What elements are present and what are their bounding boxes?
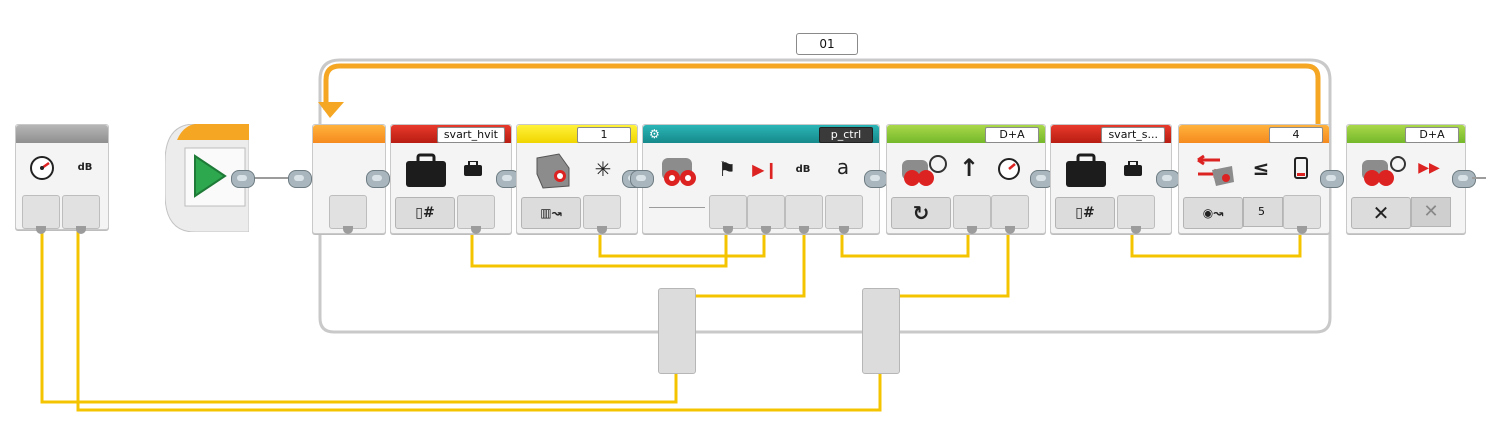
param-plug-db[interactable]	[785, 195, 823, 234]
compare-result-plug[interactable]	[1283, 195, 1321, 234]
play-stop-icon: ▶❙	[752, 159, 778, 179]
sound-output-plug-1[interactable]	[22, 195, 60, 234]
play-icon[interactable]	[191, 154, 227, 202]
param-db-label: dB	[795, 163, 811, 175]
myblock-header: ⚙ p_ctrl	[643, 125, 879, 143]
steering-motor-icon	[899, 151, 949, 191]
steering-plug[interactable]	[953, 195, 991, 234]
variable2-value-plug[interactable]	[1117, 195, 1155, 234]
variable-name[interactable]: svart_hvit	[436, 127, 505, 143]
variable-block-svart-hvit[interactable]: svart_hvit ▯#	[390, 124, 512, 234]
motor-stop-header: D+A	[1347, 125, 1465, 143]
db-unit-label: dB	[77, 161, 93, 173]
wire-connector-2[interactable]	[862, 288, 900, 374]
rotate-icon[interactable]: ↻	[891, 197, 951, 229]
motor-stop-ports[interactable]: D+A	[1405, 127, 1459, 143]
small-briefcase-icon	[461, 159, 485, 179]
phone-icon	[1287, 155, 1315, 181]
color-sensor-header: 1	[517, 125, 637, 143]
param-plug-flag[interactable]	[709, 195, 747, 234]
compare-operator: ≤	[1252, 156, 1270, 180]
compare-out-jack	[1320, 170, 1344, 188]
compare-value: 5	[1258, 205, 1265, 218]
compare-value-box[interactable]: 5	[1243, 197, 1283, 227]
loop-out-jack	[366, 170, 390, 188]
sound-sensor-block[interactable]: dB	[15, 124, 109, 234]
final-out-jack	[1452, 170, 1476, 188]
loop-plug[interactable]	[329, 195, 367, 234]
gear-icon: ⚙	[649, 127, 660, 141]
calibrate-icon[interactable]: ◉↝	[1183, 197, 1243, 229]
sound-output-plug-2[interactable]	[62, 195, 100, 234]
myblock-divider	[649, 207, 705, 208]
param-plug-stop[interactable]	[747, 195, 785, 234]
variable-value-plug[interactable]	[457, 195, 495, 234]
checkered-flag-icon: ⚑	[718, 157, 736, 181]
color-value-plug[interactable]	[583, 195, 621, 234]
compare-block[interactable]: 4 ≤ ◉↝ 5	[1178, 124, 1330, 234]
myblock-out-jack	[864, 170, 888, 188]
compare-icon	[1191, 151, 1237, 191]
motor-stop-icon	[1359, 151, 1409, 191]
start-block[interactable]	[164, 123, 255, 233]
loop-start-header	[313, 125, 385, 143]
loop-label[interactable]: 01	[796, 33, 858, 55]
color-sensor-block[interactable]: 1 ✳ ▥↝	[516, 124, 638, 234]
power-plug[interactable]	[991, 195, 1029, 234]
steering-ports[interactable]: D+A	[985, 127, 1039, 143]
variable-block-svart-s[interactable]: svart_s... ▯#	[1050, 124, 1172, 234]
speed-gauge-icon	[993, 155, 1025, 181]
compare-header: 4	[1179, 125, 1329, 143]
calibrate-icon[interactable]: ▥↝	[521, 197, 581, 229]
compare-port[interactable]: 4	[1269, 127, 1323, 143]
param-plug-a[interactable]	[825, 195, 863, 234]
myblock-name[interactable]: p_ctrl	[819, 127, 873, 143]
steering-header: D+A	[887, 125, 1045, 143]
loop-return-arrow	[323, 63, 1321, 130]
color-sensor-icon	[531, 151, 575, 191]
book-number-icon[interactable]: ▯#	[1055, 197, 1115, 229]
speedometer-icon	[26, 153, 58, 181]
briefcase-icon	[403, 151, 449, 191]
fast-forward-icon: ▶▶	[1418, 160, 1440, 176]
variable-header: svart_hvit	[391, 125, 511, 143]
small-briefcase-icon	[1121, 159, 1145, 179]
motor-icon	[657, 151, 705, 191]
variable2-name[interactable]: svart_s...	[1101, 127, 1165, 143]
light-icon: ✳	[594, 157, 612, 181]
sequence-tail	[1472, 177, 1486, 179]
arrow-up-icon: ↑	[958, 154, 980, 182]
sound-sensor-header	[16, 125, 108, 143]
move-steering-block[interactable]: D+A ↑ ↻	[886, 124, 1046, 234]
color-sensor-port[interactable]: 1	[577, 127, 631, 143]
start-sequence-jack	[231, 170, 255, 188]
loop-arrowhead	[318, 102, 344, 118]
stop-icon[interactable]: ✕	[1351, 197, 1411, 229]
wire-connector-1[interactable]	[658, 288, 696, 374]
param-a-label: a	[836, 155, 850, 179]
myblock-in-jack	[630, 170, 654, 188]
myblock-p-ctrl[interactable]: ⚙ p_ctrl ⚑ ▶❙ dB a	[642, 124, 880, 234]
motor-stop-block[interactable]: D+A ▶▶ ✕ ✕	[1346, 124, 1466, 234]
book-number-icon[interactable]: ▯#	[395, 197, 455, 229]
brake-disabled-icon[interactable]: ✕	[1411, 197, 1451, 227]
variable2-header: svart_s...	[1051, 125, 1171, 143]
briefcase-icon	[1063, 151, 1109, 191]
loop-in-jack	[288, 170, 312, 188]
var2-out-jack	[1156, 170, 1180, 188]
